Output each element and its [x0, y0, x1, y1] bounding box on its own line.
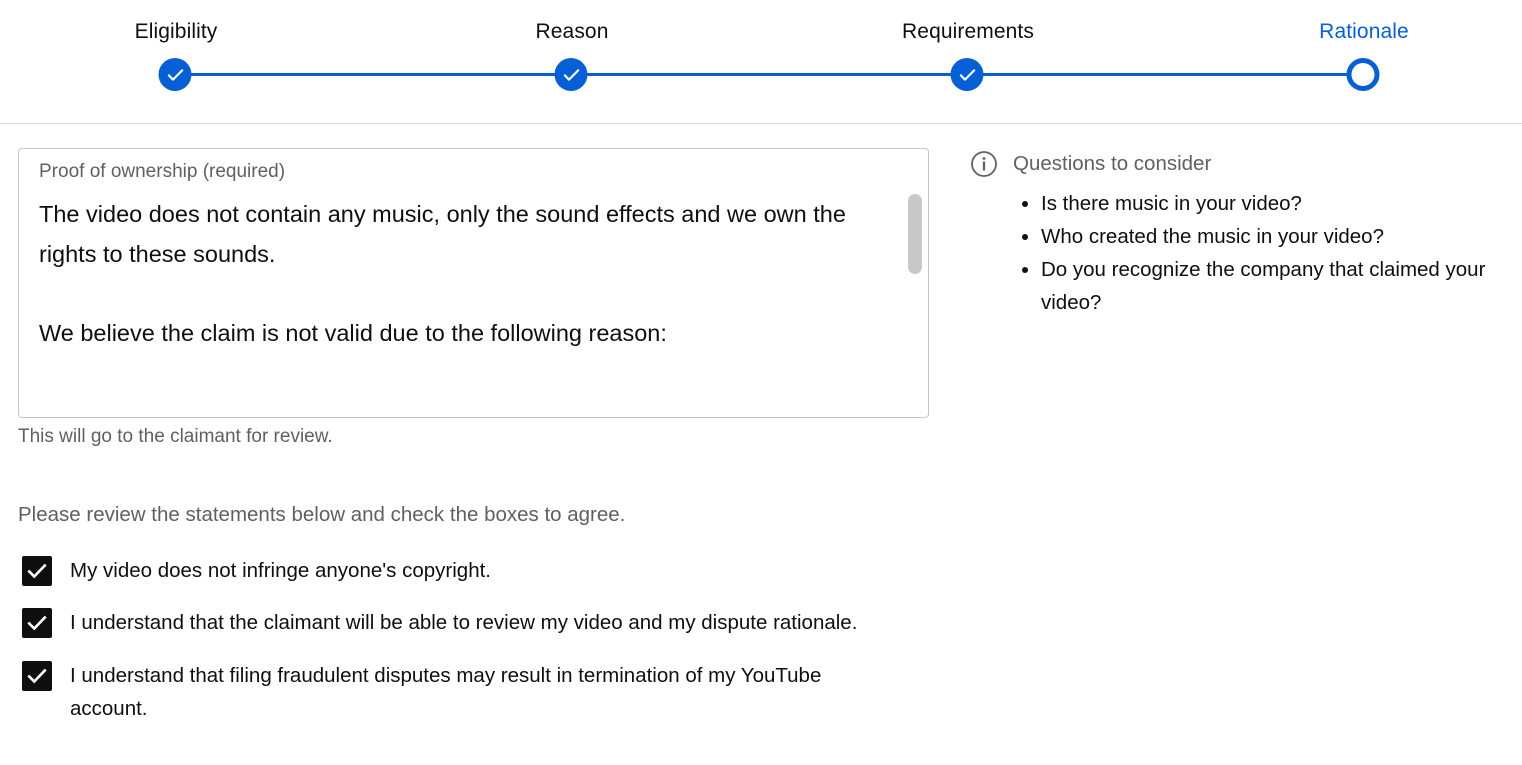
statement-text: I understand that filing fraudulent disp… [70, 664, 822, 720]
step-label-reason: Reason [535, 20, 609, 43]
proof-of-ownership-textarea[interactable]: Proof of ownership (required) The video … [18, 148, 929, 418]
dispute-page: Eligibility Reason Requirements Rational… [0, 0, 1522, 765]
question-item: Is there music in your video? [1041, 187, 1501, 220]
agreement-statement[interactable]: My video does not infringe anyone's copy… [22, 556, 890, 587]
checkbox-checked-icon[interactable] [22, 608, 52, 638]
step-requirements-check-icon[interactable] [950, 58, 984, 91]
progress-stepper: Eligibility Reason Requirements Rational… [0, 0, 1522, 124]
helper-text: This will go to the claimant for review. [18, 426, 333, 447]
step-label-rationale: Rationale [1319, 20, 1409, 43]
step-label-eligibility: Eligibility [134, 20, 218, 43]
step-reason-check-icon[interactable] [554, 58, 588, 91]
textarea-scrollbar[interactable] [908, 194, 922, 274]
step-label-requirements: Requirements [902, 20, 1034, 43]
checkbox-checked-icon[interactable] [22, 556, 52, 586]
step-rationale-current-icon [1346, 58, 1380, 91]
agreement-statement[interactable]: I understand that filing fraudulent disp… [22, 661, 890, 725]
step-eligibility-check-icon[interactable] [158, 58, 192, 91]
agreement-instructions: Please review the statements below and c… [18, 503, 626, 526]
question-item: Who created the music in your video? [1041, 220, 1501, 253]
proof-of-ownership-text[interactable]: The video does not contain any music, on… [39, 195, 869, 353]
checkbox-checked-icon[interactable] [22, 661, 52, 691]
statement-text: I understand that the claimant will be a… [70, 611, 858, 634]
statement-text: My video does not infringe anyone's copy… [70, 559, 491, 582]
questions-title: Questions to consider [1013, 152, 1212, 175]
stepper-line [175, 73, 1363, 76]
header-divider [0, 123, 1522, 124]
proof-of-ownership-label: Proof of ownership (required) [39, 161, 286, 182]
question-item: Do you recognize the company that claime… [1041, 253, 1501, 319]
info-icon [970, 150, 998, 178]
questions-list: Is there music in your video? Who create… [1013, 187, 1501, 319]
agreement-statement[interactable]: I understand that the claimant will be a… [22, 608, 890, 639]
